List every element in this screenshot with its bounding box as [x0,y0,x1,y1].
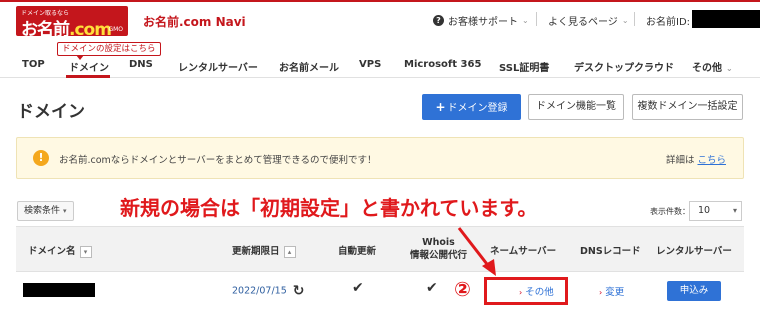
exclamation-circle-icon: ! [33,150,49,166]
col-dns-record: DNSレコード [580,246,641,257]
expiry-date: 2022/07/15 [232,285,287,297]
page-title: ドメイン [17,102,85,122]
notice-detail-link[interactable]: こちら [697,155,726,166]
frequent-pages-menu[interactable]: よく見るページ ⌄ [548,13,629,28]
support-label: お客様サポート [448,17,518,28]
notice-message: お名前.comならドメインとサーバーをまとめて管理できるので便利です！ [59,155,377,166]
frequent-pages-label: よく見るページ [548,17,618,28]
col-nameserver: ネームサーバー [490,246,557,257]
nav-domain[interactable]: ドメイン [69,59,109,74]
domain-table-header: ドメイン名 ▾ 更新期限日 ▴ 自動更新 Whois 情報公開代行 ネームサーバー … [16,226,744,272]
whois-check-icon: ✔ [426,280,438,296]
logo-gmo: GMO [108,26,123,33]
main-nav: TOP ドメイン DNS レンタルサーバー お名前メール VPS Microso… [0,56,760,78]
top-header: ドメイン取るなら お名前.com GMO お名前.com Navi ? お客様サ… [0,0,760,40]
col-auto-renew: 自動更新 [338,246,377,257]
per-page-select[interactable]: 10 ▾ [689,201,742,221]
header-divider [536,12,537,26]
bulk-settings-button[interactable]: 複数ドメイン一括設定 [632,94,743,120]
question-circle-icon: ? [433,15,444,26]
col-domain-name[interactable]: ドメイン名 ▾ [28,243,92,258]
chevron-right-icon: › [599,288,603,297]
notice-detail: 詳細は こちら [665,155,726,166]
refresh-icon[interactable]: ↻ [293,283,305,299]
user-id-area[interactable]: お名前ID: [646,13,690,28]
nameserver-highlight-box [484,277,568,305]
nav-desktop-cloud[interactable]: デスクトップクラウド [574,59,674,74]
expiry-cell: 2022/07/15 ↻ [232,283,305,299]
dns-record-link[interactable]: › 変更 [599,284,624,298]
logo-wordmark: お名前.com [21,20,112,40]
nav-ssl[interactable]: SSL証明書 [499,59,549,74]
chevron-down-icon: ⌄ [621,16,629,25]
domain-settings-callout: ドメインの設定はこちら [57,42,161,60]
nav-rental-server[interactable]: レンタルサーバー [178,59,258,74]
tutorial-annotation: 新規の場合は「初期設定」と書かれています。 [120,196,538,220]
search-filter-button[interactable]: 検索条件 ▾ [17,201,74,221]
sort-icon[interactable]: ▴ [283,245,296,258]
support-menu[interactable]: ? お客様サポート ⌄ [433,13,529,28]
domain-features-button[interactable]: ドメイン機能一覧 [528,94,624,120]
header-divider [634,12,635,26]
redacted-user-id [692,10,760,28]
nav-active-indicator [66,75,110,78]
col-expiry[interactable]: 更新期限日 ▴ [232,243,296,258]
col-rental-server: レンタルサーバー [656,246,732,257]
info-notice: ! お名前.comならドメインとサーバーをまとめて管理できるので便利です！ 詳細… [16,137,744,179]
nav-vps[interactable]: VPS [359,59,381,70]
redacted-domain-name [23,283,95,297]
nav-microsoft-365[interactable]: Microsoft 365 [404,59,481,70]
rental-server-apply-button[interactable]: 申込み [667,281,721,301]
domain-register-button[interactable]: + ドメイン登録 [422,94,521,120]
nav-top[interactable]: TOP [22,59,45,70]
user-id-label: お名前ID: [646,17,691,28]
chevron-down-icon: ▾ [732,206,737,215]
chevron-down-icon: ▾ [63,207,67,215]
nav-dns[interactable]: DNS [129,59,153,70]
step-marker: ② [454,277,471,301]
table-row: 2022/07/15 ↻ ✔ ✔ › その他 › 変更 [16,272,744,322]
col-whois: Whois 情報公開代行 [410,237,468,261]
sort-icon[interactable]: ▾ [79,245,92,258]
chevron-down-icon: ⌄ [726,64,733,73]
per-page-label: 表示件数： [650,207,690,216]
nav-other[interactable]: その他 ⌄ [692,59,733,74]
nav-onamae-mail[interactable]: お名前メール [279,59,339,74]
plus-icon: + [435,100,446,114]
navi-title: お名前.com Navi [143,15,246,29]
chevron-down-icon: ⌄ [522,16,529,25]
auto-renew-check-icon: ✔ [352,280,364,296]
onamae-logo[interactable]: ドメイン取るなら お名前.com GMO [16,6,128,40]
